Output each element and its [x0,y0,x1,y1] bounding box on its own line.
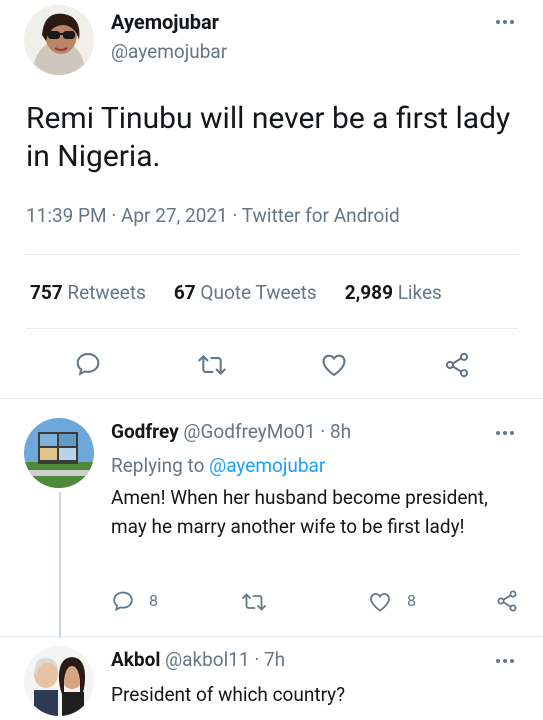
likes-count: 2,989 [344,281,393,304]
share-icon[interactable] [443,351,471,383]
reply-header: Akbol @akbol11 · 7h [111,648,285,671]
thread-line [59,492,61,638]
retweets-count: 757 [30,281,63,304]
replying-mention[interactable]: @ayemojubar [209,454,325,477]
retweet-icon[interactable] [241,590,267,618]
reply-icon[interactable] [111,589,135,617]
reply-icon[interactable] [74,350,102,382]
reply-text: Amen! When her husband become president,… [111,486,488,538]
replying-to: Replying to @ayemojubar [111,454,325,477]
reply-text: President of which country? [111,683,346,706]
tweet-meta: 11:39 PM · Apr 27, 2021 · Twitter for An… [26,204,400,227]
tweet-stats: 757 Retweets 67 Quote Tweets 2,989 Likes [30,281,442,304]
likes-stat[interactable]: 2,989 Likes [345,281,442,304]
reply-author-avatar[interactable] [24,646,94,716]
main-author-avatar[interactable] [24,5,94,75]
retweet-icon[interactable] [197,351,227,383]
like-icon[interactable] [320,351,348,383]
quotes-label: Quote Tweets [200,281,317,304]
replying-prefix: Replying to [111,454,205,477]
likes-label: Likes [397,281,442,304]
reply-author-name[interactable]: Godfrey [111,420,179,443]
more-icon[interactable] [496,659,514,663]
share-icon[interactable] [495,589,519,617]
reply-author-name[interactable]: Akbol [111,648,160,671]
reply-author-handle[interactable]: @GodfreyMo01 [183,420,315,443]
divider [26,328,518,329]
like-count: 8 [407,591,416,610]
reply-author-handle[interactable]: @akbol11 [165,648,250,671]
like-icon[interactable] [368,590,392,618]
main-author-name[interactable]: Ayemojubar [111,10,219,34]
reply-count: 8 [149,591,158,610]
reply-time: · 8h [320,420,352,443]
divider [0,398,543,399]
more-icon[interactable] [496,20,514,24]
quotes-count: 67 [173,281,196,304]
main-author-handle[interactable]: @ayemojubar [111,40,227,63]
retweets-stat[interactable]: 757 Retweets [30,281,146,304]
quotes-stat[interactable]: 67 Quote Tweets [174,281,317,304]
reply-time: · 7h [254,648,286,671]
retweets-label: Retweets [67,281,146,304]
divider [0,636,543,637]
tweet-text: Remi Tinubu will never be a first lady i… [26,101,511,174]
divider [26,254,518,255]
reply-header: Godfrey @GodfreyMo01 · 8h [111,420,351,443]
more-icon[interactable] [496,431,514,435]
reply-author-avatar[interactable] [24,418,94,488]
